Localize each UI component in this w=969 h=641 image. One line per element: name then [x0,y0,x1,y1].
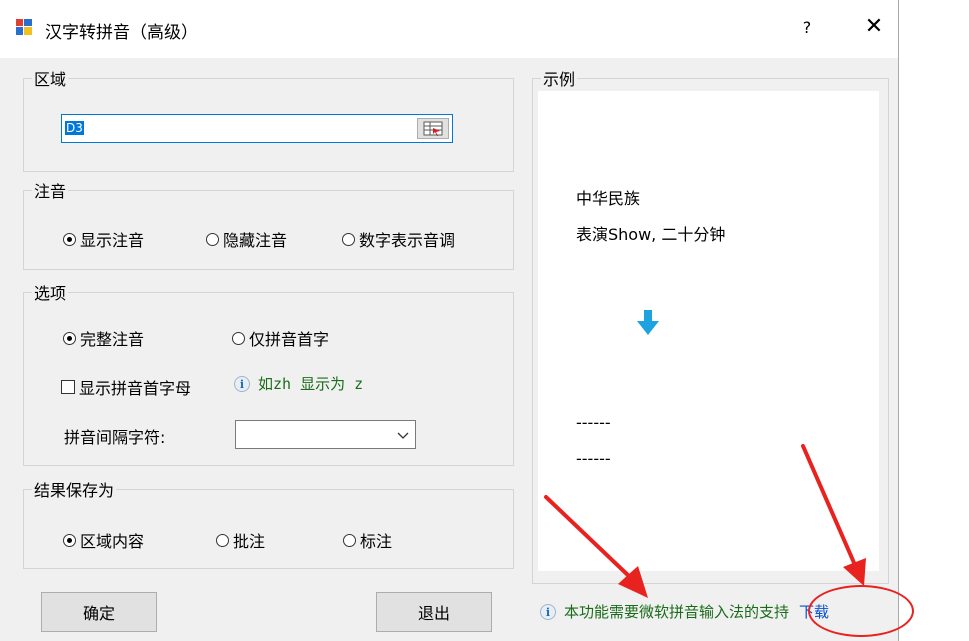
window-title: 汉字转拼音（高级） [45,23,198,43]
radio-circle[interactable] [216,533,229,547]
separator-label: 拼音间隔字符: [64,428,166,447]
footer-notice-text: 本功能需要微软拼音输入法的支持 [564,603,790,621]
app-icon [16,19,32,35]
radio-save-range[interactable]: 区域内容 [63,528,144,552]
exit-button[interactable]: 退出 [376,592,492,632]
radio-label: 区域内容 [80,532,145,551]
range-input-value: D3 [65,121,84,135]
radio-label: 标注 [360,532,393,551]
radio-label: 显示注音 [80,231,145,250]
checkbox-box[interactable] [61,380,75,394]
radio-numeric-tone[interactable]: 数字表示音调 [342,227,455,251]
title-bar: 汉字转拼音（高级） ? ✕ [0,0,898,58]
separator-select[interactable] [235,420,416,449]
range-input[interactable]: D3 [61,114,453,143]
help-button[interactable]: ? [795,14,819,42]
initials-hint: i 如zh 显示为 z [234,373,363,394]
close-button[interactable]: ✕ [860,12,888,42]
footer-notice: i 本功能需要微软拼音输入法的支持 下载 [540,601,829,622]
output-line: ------ [576,449,611,468]
arrow-down-icon [637,310,659,335]
initials-hint-text: 如zh 显示为 z [258,375,364,393]
radio-label: 数字表示音调 [359,231,456,250]
radio-initial-only[interactable]: 仅拼音首字 [232,326,329,350]
example-group-label: 示例 [541,66,578,90]
radio-show-phonetic[interactable]: 显示注音 [63,227,144,251]
radio-circle[interactable] [232,331,245,345]
info-icon: i [234,375,250,392]
range-picker-icon [423,121,443,136]
example-line: 中华民族 [576,189,641,208]
radio-label: 隐藏注音 [223,231,288,250]
radio-circle[interactable] [63,331,76,345]
radio-hide-phonetic[interactable]: 隐藏注音 [206,227,287,251]
radio-save-comment[interactable]: 批注 [216,528,265,552]
radio-label: 批注 [233,532,266,551]
checkbox-label: 显示拼音首字母 [79,379,192,398]
radio-full-phonetic[interactable]: 完整注音 [63,326,144,350]
options-group-label: 选项 [32,280,69,304]
radio-save-annotation[interactable]: 标注 [343,528,392,552]
phonetic-group-label: 注音 [32,178,69,202]
checkbox-show-initials[interactable]: 显示拼音首字母 [61,375,191,399]
radio-label: 仅拼音首字 [249,330,330,349]
dialog-window: 汉字转拼音（高级） ? ✕ 区域 D3 注音 显示注音 隐藏注音 数字表示音调 [0,0,899,641]
ok-button[interactable]: 确定 [41,592,157,632]
chevron-down-icon [397,432,409,439]
range-picker-button[interactable] [417,118,449,139]
radio-circle[interactable] [63,533,76,547]
example-preview: 中华民族 表演Show, 二十分钟 ------ ------ [538,91,879,571]
radio-label: 完整注音 [80,330,145,349]
info-icon: i [540,603,556,620]
radio-circle[interactable] [342,232,355,246]
example-line: 表演Show, 二十分钟 [576,225,726,244]
output-line: ------ [576,413,611,432]
radio-circle[interactable] [63,232,76,246]
radio-circle[interactable] [343,533,356,547]
save-group-label: 结果保存为 [32,477,117,501]
radio-circle[interactable] [206,232,219,246]
range-group-label: 区域 [32,66,69,90]
annotation-circle [808,585,914,637]
